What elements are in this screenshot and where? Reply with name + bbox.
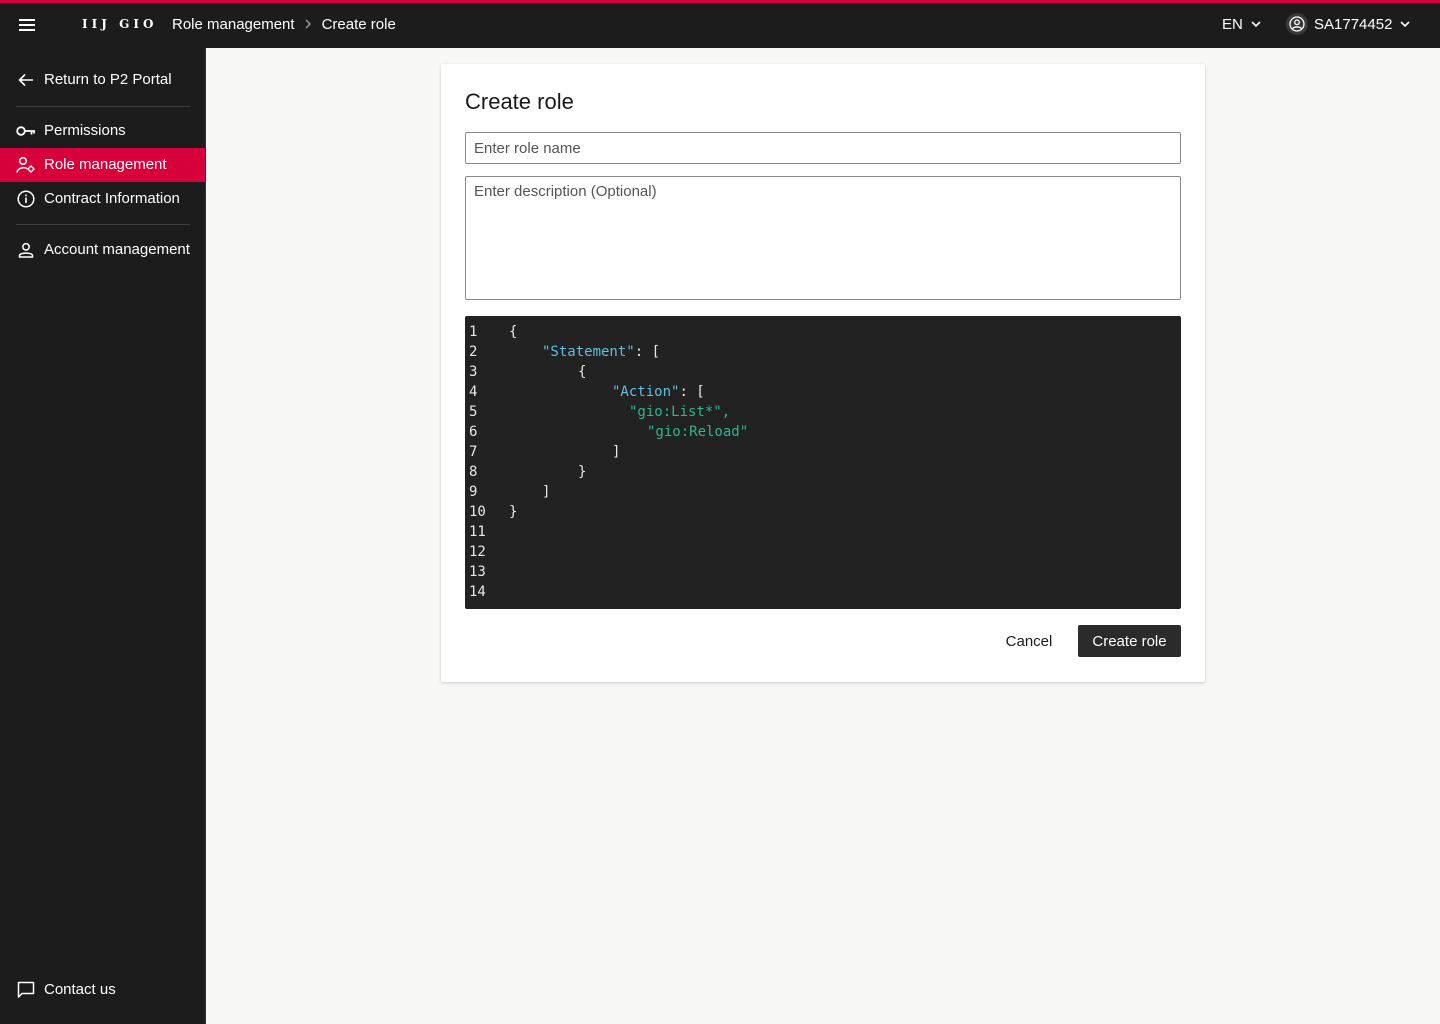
user-id: SA1774452 bbox=[1314, 15, 1393, 33]
json-key: "Statement" bbox=[542, 344, 635, 360]
role-settings-icon bbox=[16, 155, 36, 175]
user-avatar-icon bbox=[1286, 13, 1308, 35]
sidebar: Return to P2 Portal Permissions Role man… bbox=[0, 48, 206, 1024]
json-punctuation: } bbox=[509, 504, 518, 520]
json-punctuation: { bbox=[578, 364, 587, 380]
chevron-down-icon bbox=[1251, 20, 1261, 28]
sidebar-item-label: Account management bbox=[44, 241, 190, 258]
code-line: "gio:List*", bbox=[465, 402, 1181, 422]
contact-label: Contact us bbox=[44, 981, 116, 998]
sidebar-item-permissions[interactable]: Permissions bbox=[0, 114, 205, 148]
chevron-down-icon bbox=[1400, 20, 1410, 28]
page-title: Create role bbox=[465, 89, 574, 114]
json-punctuation: ] bbox=[542, 484, 551, 500]
logo[interactable]: IIJ GIO bbox=[82, 14, 157, 34]
sidebar-item-label: Role management bbox=[44, 156, 167, 173]
return-label: Return to P2 Portal bbox=[44, 71, 172, 88]
sidebar-item-contract-information[interactable]: Contract Information bbox=[0, 182, 205, 216]
json-punctuation: ] bbox=[612, 444, 621, 460]
user-menu[interactable]: SA1774452 bbox=[1286, 12, 1410, 36]
chevron-right-icon bbox=[305, 19, 312, 29]
code-line: } bbox=[465, 502, 1181, 522]
policy-json-editor[interactable]: 1 2 3 4 5 6 7 8 9 10 11 12 13 14 {"Statement": [{"Act… bbox=[465, 316, 1181, 609]
create-role-card: Create role 1234567891011121314 {"Statem… bbox=[441, 64, 1205, 682]
sidebar-divider bbox=[16, 106, 190, 107]
cancel-button[interactable]: Cancel bbox=[995, 625, 1063, 657]
code-line: "gio:Reload" bbox=[465, 422, 1181, 442]
json-punctuation: } bbox=[578, 464, 587, 480]
breadcrumb-role-management[interactable]: Role management bbox=[172, 16, 295, 33]
sidebar-item-account-management[interactable]: Account management bbox=[0, 233, 205, 267]
sidebar-divider bbox=[16, 224, 190, 225]
create-role-button[interactable]: Create role bbox=[1078, 625, 1181, 657]
chat-bubble-icon bbox=[16, 980, 36, 1000]
sidebar-item-label: Permissions bbox=[44, 122, 126, 139]
arrow-left-icon bbox=[16, 70, 36, 90]
json-punctuation: : [ bbox=[634, 344, 661, 360]
breadcrumb: Role management Create role bbox=[172, 13, 396, 35]
top-bar: IIJ GIO Role management Create role EN S… bbox=[0, 0, 1440, 48]
language-selector[interactable]: EN bbox=[1222, 13, 1261, 35]
json-punctuation: : [ bbox=[679, 384, 705, 400]
role-name-input[interactable] bbox=[465, 132, 1181, 164]
json-string: "gio:Reload" bbox=[647, 424, 749, 440]
language-label: EN bbox=[1222, 15, 1243, 33]
return-to-portal-link[interactable]: Return to P2 Portal bbox=[0, 63, 205, 97]
description-textarea[interactable] bbox=[465, 176, 1181, 300]
code-line: { bbox=[465, 362, 1181, 382]
info-icon bbox=[16, 189, 36, 209]
sidebar-item-label: Contract Information bbox=[44, 190, 180, 207]
json-key: "Action" bbox=[612, 384, 680, 400]
code-line: ] bbox=[465, 442, 1181, 462]
hamburger-menu-icon[interactable] bbox=[14, 13, 40, 37]
code-line: "Statement": [ bbox=[465, 342, 1181, 362]
code-line: "Action": [ bbox=[465, 382, 1181, 402]
key-icon bbox=[16, 121, 36, 141]
json-punctuation: { bbox=[509, 324, 518, 340]
person-icon bbox=[16, 240, 36, 260]
sidebar-item-role-management[interactable]: Role management bbox=[0, 148, 205, 182]
breadcrumb-create-role: Create role bbox=[321, 15, 396, 33]
code-line: } bbox=[465, 462, 1181, 482]
code-line: ] bbox=[465, 482, 1181, 502]
json-string: "gio:List*", bbox=[629, 404, 731, 420]
code-area[interactable]: {"Statement": [{"Action": ["gio:List*", "… bbox=[465, 322, 1181, 602]
contact-us-link[interactable]: Contact us bbox=[0, 973, 205, 1007]
code-line: { bbox=[465, 322, 1181, 342]
